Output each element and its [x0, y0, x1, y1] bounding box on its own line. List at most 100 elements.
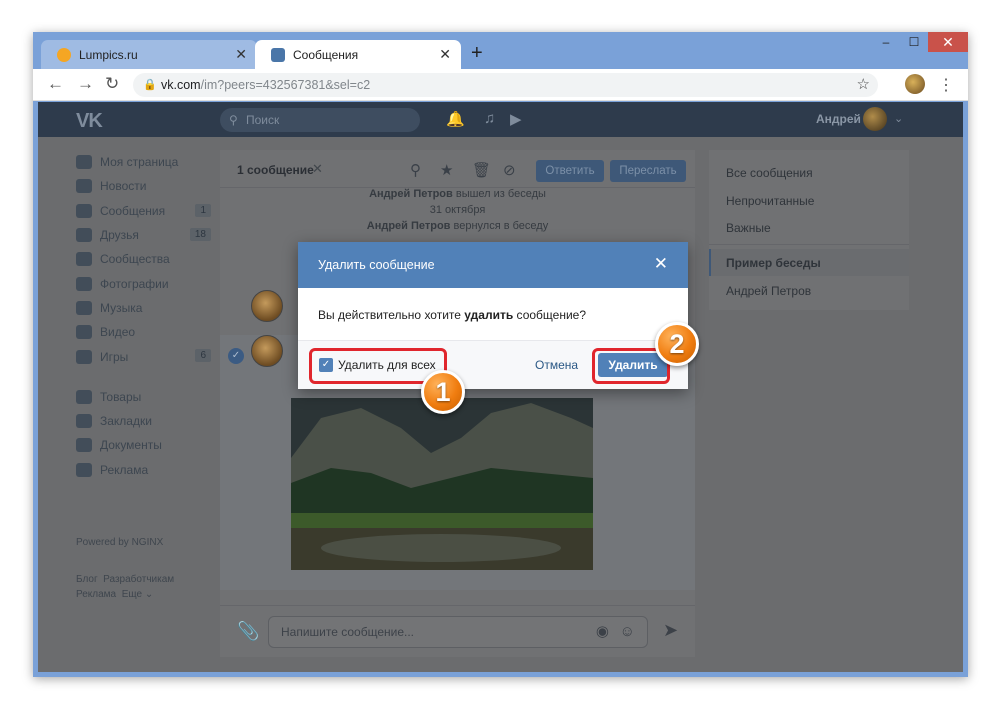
back-arrow-icon[interactable]: ←: [47, 74, 64, 94]
send-icon[interactable]: ➤: [663, 620, 678, 641]
menu-item-communities[interactable]: Сообщества: [76, 247, 211, 271]
camera-icon[interactable]: ◉: [596, 617, 609, 647]
search-icon: ⚲: [229, 113, 238, 127]
selected-check-icon[interactable]: ✓: [228, 348, 244, 364]
vk-messages-favicon-icon: [271, 47, 285, 62]
lumpics-favicon-icon: [57, 47, 71, 62]
menu-item-ads[interactable]: Реклама: [76, 458, 211, 482]
menu-item-photos[interactable]: Фотографии: [76, 271, 211, 295]
filter-unread[interactable]: Непрочитанные: [726, 194, 814, 208]
star-icon[interactable]: ★: [440, 161, 453, 179]
message-photo[interactable]: [291, 398, 593, 570]
conversation-example[interactable]: Пример беседы: [726, 256, 821, 270]
user-avatar[interactable]: [863, 107, 887, 131]
search-placeholder: Поиск: [246, 113, 280, 127]
menu-item-music[interactable]: Музыка: [76, 296, 211, 320]
menu-item-messages[interactable]: Сообщения 1: [76, 199, 211, 223]
kebab-menu-icon[interactable]: ⋮: [938, 75, 954, 95]
new-tab-button[interactable]: +: [471, 42, 483, 65]
message-avatar[interactable]: [251, 335, 283, 367]
tab-lumpics[interactable]: Lumpics.ru ✕: [41, 40, 257, 69]
close-icon[interactable]: ✕: [654, 254, 668, 274]
vk-logo[interactable]: VK: [76, 110, 103, 133]
user-name[interactable]: Андрей: [816, 112, 861, 126]
maximize-button[interactable]: ☐: [900, 32, 928, 52]
text-bold: удалить: [464, 308, 514, 322]
left-menu: Моя страница Новости Сообщения 1 Друзья 18…: [76, 150, 211, 482]
clear-selection-icon[interactable]: ✕: [312, 161, 323, 177]
date-separator: 31 октября: [429, 204, 486, 216]
menu-label: Документы: [100, 438, 162, 453]
url-path: /im?peers=432567381&sel=c2: [200, 78, 371, 92]
menu-label: Новости: [100, 179, 147, 194]
trash-icon[interactable]: 🗑: [472, 161, 491, 179]
forward-arrow-icon[interactable]: →: [77, 74, 94, 94]
spam-icon[interactable]: ⊘: [503, 161, 516, 179]
filter-all-messages[interactable]: Все сообщения: [726, 166, 813, 180]
message-input[interactable]: Напишите сообщение... ◉ ☺: [268, 616, 648, 648]
menu-separator: [76, 369, 211, 385]
menu-label: Сообщения: [100, 203, 166, 218]
menu-item-documents[interactable]: Документы: [76, 433, 211, 457]
lock-icon: 🔒: [143, 79, 157, 91]
menu-label: Музыка: [100, 300, 143, 315]
search-input[interactable]: ⚲ Поиск: [220, 108, 420, 132]
footer-link-blog[interactable]: Блог: [76, 574, 98, 585]
message-avatar[interactable]: [251, 290, 283, 322]
menu-label: Реклама: [100, 462, 149, 477]
divider: [709, 244, 909, 245]
bag-icon: [76, 389, 92, 404]
title-bar: Lumpics.ru ✕ Сообщения ✕ + – ☐ ✕: [33, 32, 968, 69]
chevron-down-icon[interactable]: ⌄: [894, 112, 903, 125]
attach-icon[interactable]: 📎: [237, 621, 259, 642]
footer-link-more[interactable]: Еще ⌄: [122, 589, 154, 600]
close-tab-icon[interactable]: ✕: [439, 46, 451, 63]
menu-label: Друзья: [100, 228, 139, 243]
dialog-text: Вы действительно хотите удалить сообщени…: [318, 308, 586, 322]
menu-label: Сообщества: [100, 252, 170, 267]
footer-link-ads[interactable]: Реклама: [76, 589, 116, 600]
play-icon[interactable]: ▶: [510, 110, 522, 128]
menu-item-my-page[interactable]: Моя страница: [76, 150, 211, 174]
close-tab-icon[interactable]: ✕: [235, 46, 247, 63]
tab-messages[interactable]: Сообщения ✕: [255, 40, 461, 69]
camera-icon: [76, 276, 92, 291]
menu-item-news[interactable]: Новости: [76, 174, 211, 198]
menu-item-video[interactable]: Видео: [76, 320, 211, 344]
system-message-return: Андрей Петров вернулся в беседу: [220, 220, 695, 232]
friends-counter: 18: [189, 227, 211, 241]
message-placeholder: Напишите сообщение...: [281, 625, 415, 639]
vk-header: VK ⚲ Поиск 🔔 ♫ ▶ Андрей ⌄: [38, 102, 963, 137]
window-close-button[interactable]: ✕: [928, 32, 968, 52]
bell-icon[interactable]: 🔔: [446, 110, 465, 128]
megaphone-icon: [76, 462, 92, 477]
profile-avatar[interactable]: [905, 74, 925, 94]
address-bar[interactable]: 🔒 vk.com/im?peers=432567381&sel=c2 ☆: [133, 73, 878, 97]
minimize-button[interactable]: –: [872, 32, 900, 52]
pin-icon[interactable]: ⚲: [410, 161, 421, 179]
text-after: сообщение?: [513, 308, 586, 322]
system-user-name[interactable]: Андрей Петров: [367, 220, 451, 232]
menu-item-games[interactable]: Игры 6: [76, 344, 211, 368]
messages-counter: 1: [195, 203, 211, 217]
reply-button[interactable]: Ответить: [536, 160, 604, 182]
cancel-button[interactable]: Отмена: [535, 358, 578, 372]
reload-icon[interactable]: ↻: [105, 74, 119, 94]
menu-item-friends[interactable]: Друзья 18: [76, 223, 211, 247]
menu-label: Фотографии: [100, 276, 169, 291]
menu-label: Закладки: [100, 414, 152, 429]
forward-button[interactable]: Пересл­ать: [610, 160, 686, 182]
emoji-icon[interactable]: ☺: [620, 617, 635, 647]
music-icon[interactable]: ♫: [484, 110, 495, 127]
conversation-andrey[interactable]: Андрей Петров: [726, 284, 811, 298]
step-1-badge: 1: [421, 370, 465, 414]
bookmark-star-icon[interactable]: ☆: [857, 73, 870, 97]
dialog-header: Удалить сообщение ✕: [298, 242, 688, 288]
footer-link-developers[interactable]: Разработчикам: [103, 574, 174, 585]
filter-important[interactable]: Важные: [726, 221, 771, 235]
menu-item-goods[interactable]: Товары: [76, 385, 211, 409]
menu-item-bookmarks[interactable]: Закладки: [76, 409, 211, 433]
system-user-name[interactable]: Андрей Петров: [369, 188, 453, 200]
step-2-badge: 2: [655, 322, 699, 366]
text-before: Вы действительно хотите: [318, 308, 465, 322]
